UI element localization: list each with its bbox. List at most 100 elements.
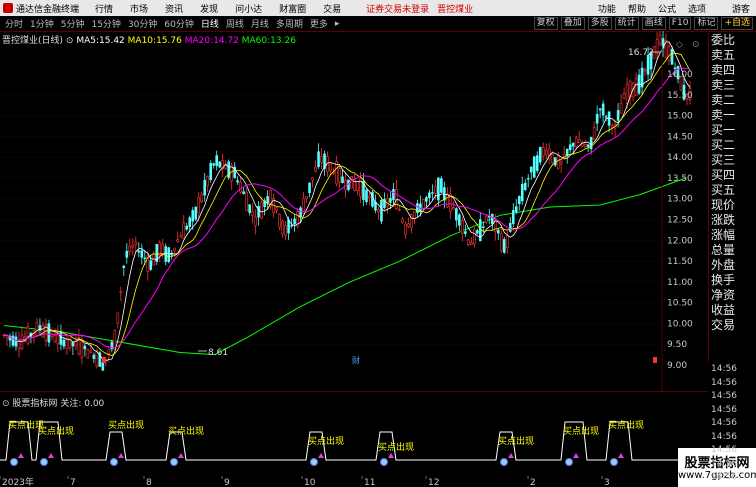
candlestick[interactable]	[116, 312, 120, 329]
menu-item-wealth[interactable]: 财富圈	[279, 2, 306, 15]
candlestick[interactable]	[431, 184, 434, 200]
candlestick[interactable]	[541, 142, 545, 161]
user-label[interactable]: 游客	[732, 2, 750, 15]
chart-info-icon[interactable]: ⊙	[692, 40, 700, 50]
candlestick[interactable]	[529, 166, 533, 180]
candlestick[interactable]	[643, 67, 647, 77]
menu-formula[interactable]: 公式	[658, 2, 676, 15]
signal-dot-icon[interactable]	[310, 458, 318, 466]
candlestick[interactable]	[215, 150, 218, 171]
candlestick[interactable]	[257, 201, 260, 226]
candlestick[interactable]	[619, 94, 623, 114]
candlestick[interactable]	[308, 182, 311, 198]
candlestick[interactable]	[236, 176, 239, 185]
candlestick[interactable]	[302, 191, 305, 214]
candlestick[interactable]	[592, 121, 596, 141]
candlestick[interactable]	[461, 216, 464, 242]
button-stats[interactable]: 统计	[614, 17, 639, 30]
candlestick[interactable]	[311, 177, 314, 188]
candlestick[interactable]	[323, 150, 326, 176]
candlestick[interactable]	[8, 333, 12, 348]
candlestick[interactable]	[176, 231, 180, 243]
candlestick[interactable]	[251, 202, 254, 224]
candlestick[interactable]	[664, 33, 668, 60]
candlestick[interactable]	[140, 243, 144, 265]
candlestick[interactable]	[335, 155, 338, 187]
candlestick[interactable]	[458, 213, 461, 232]
candlestick[interactable]	[365, 188, 368, 205]
signal-dot-icon[interactable]	[170, 458, 178, 466]
candlestick[interactable]	[520, 176, 524, 205]
candlestick[interactable]	[170, 249, 174, 260]
candlestick[interactable]	[583, 139, 587, 149]
candlestick[interactable]	[356, 180, 359, 196]
candlestick[interactable]	[119, 286, 123, 302]
candlestick[interactable]	[317, 143, 320, 169]
candlestick[interactable]	[83, 343, 87, 357]
candlestick[interactable]	[110, 339, 114, 353]
period-monthly[interactable]: 月线	[249, 17, 271, 30]
candlestick[interactable]	[161, 238, 165, 259]
candlestick[interactable]	[404, 221, 407, 240]
candlestick[interactable]	[667, 41, 671, 66]
candlestick[interactable]	[484, 214, 488, 224]
signal-dot-icon[interactable]	[10, 458, 18, 466]
candlestick[interactable]	[464, 224, 467, 237]
candlestick[interactable]	[401, 216, 404, 224]
candlestick[interactable]	[275, 206, 278, 214]
signal-dot-icon[interactable]	[40, 458, 48, 466]
candlestick[interactable]	[164, 243, 168, 266]
candlestick[interactable]	[230, 162, 233, 190]
candlestick[interactable]	[209, 160, 212, 183]
menu-options[interactable]: 选项	[688, 2, 706, 15]
period-30min[interactable]: 30分钟	[126, 17, 159, 30]
candlestick[interactable]	[455, 207, 458, 228]
candlestick[interactable]	[146, 251, 150, 281]
signal-dot-icon[interactable]	[110, 458, 118, 466]
candlestick[interactable]	[655, 32, 659, 61]
candlestick[interactable]	[203, 173, 207, 202]
candlestick[interactable]	[658, 31, 662, 47]
candlestick[interactable]	[218, 161, 221, 169]
signal-dot-icon[interactable]	[380, 458, 388, 466]
candlestick[interactable]	[98, 351, 102, 367]
candlestick[interactable]	[296, 207, 299, 229]
button-multi-stock[interactable]: 多股	[587, 17, 612, 30]
event-marker-red-1[interactable]	[102, 357, 106, 363]
candlestick[interactable]	[577, 130, 581, 143]
menu-help[interactable]: 帮助	[628, 2, 646, 15]
candlestick[interactable]	[353, 174, 356, 192]
login-warning[interactable]: 证券交易未登录	[366, 2, 429, 15]
period-more[interactable]: 更多	[308, 17, 330, 30]
candlestick[interactable]	[284, 221, 287, 240]
candlestick[interactable]	[35, 317, 39, 338]
candlestick[interactable]	[640, 61, 644, 96]
candlestick[interactable]	[511, 202, 515, 228]
candlestick[interactable]	[505, 229, 509, 255]
more-arrow-icon[interactable]: ▸	[333, 19, 342, 29]
candlestick[interactable]	[416, 199, 419, 218]
candlestick[interactable]	[347, 179, 350, 192]
candlestick[interactable]	[278, 213, 281, 231]
candlestick[interactable]	[158, 240, 162, 263]
candlestick[interactable]	[470, 237, 473, 245]
candlestick[interactable]	[517, 195, 521, 211]
candlestick[interactable]	[194, 206, 198, 222]
candlestick[interactable]	[44, 318, 48, 347]
event-marker-red-2[interactable]	[653, 357, 657, 363]
candlestick-chart[interactable]: 16.00 15.50 15.00 14.50 14.00 13.50 13.00 12.50…	[0, 31, 708, 391]
menu-item-discover[interactable]: 发现	[200, 2, 218, 15]
candlestick[interactable]	[374, 194, 377, 214]
signal-dot-icon[interactable]	[610, 458, 618, 466]
period-intraday[interactable]: 分时	[3, 17, 25, 30]
candlestick[interactable]	[38, 318, 42, 337]
candlestick[interactable]	[134, 236, 138, 253]
candlestick[interactable]	[89, 343, 93, 354]
candlestick[interactable]	[206, 175, 210, 193]
candlestick[interactable]	[628, 79, 632, 106]
candlestick[interactable]	[71, 341, 75, 356]
button-f10[interactable]: F10	[668, 17, 692, 30]
menu-item-ask[interactable]: 问小达	[235, 2, 262, 15]
candlestick[interactable]	[305, 196, 308, 203]
candlestick[interactable]	[320, 148, 323, 170]
